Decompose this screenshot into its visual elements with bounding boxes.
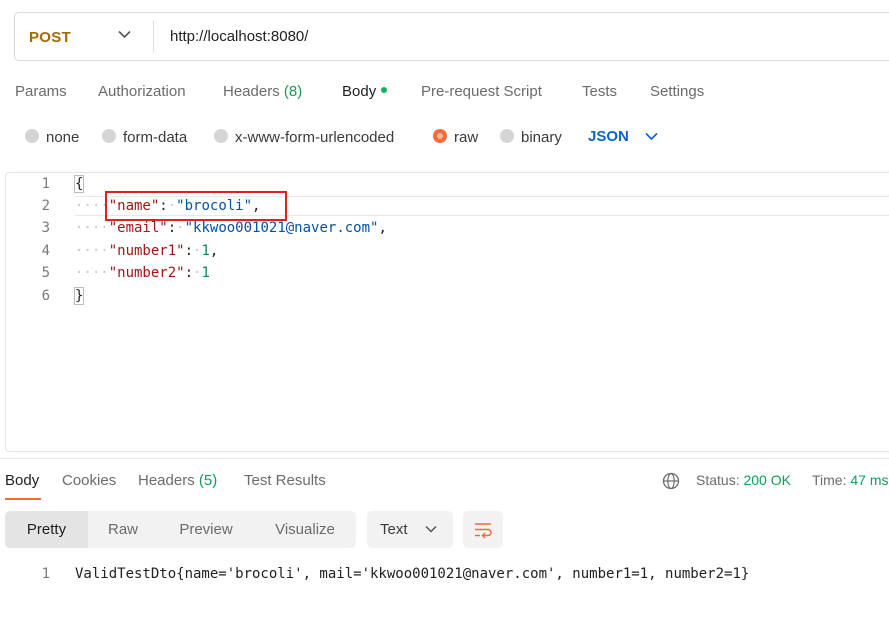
line-number: 6 [41,288,50,304]
line-number: 4 [41,243,50,259]
view-mode-raw[interactable]: Raw [88,511,158,548]
radio-label-binary[interactable]: binary [521,129,562,146]
tab-headers[interactable]: Headers (8) [223,83,302,100]
view-mode-visualize[interactable]: Visualize [254,511,356,548]
response-divider [0,458,889,459]
radio-x-www-form-urlencoded[interactable] [214,129,228,143]
method-select[interactable]: POST [29,29,71,46]
wrap-lines-icon[interactable] [473,520,493,539]
time-indicator[interactable]: Time: 47 ms [812,472,889,488]
url-bar [14,12,889,61]
response-headers-count: (5) [198,472,218,489]
line-number: 1 [41,176,50,192]
response-format-label[interactable]: Text [380,521,408,538]
line-number: 3 [41,220,50,236]
tab-settings[interactable]: Settings [650,83,704,100]
url-divider [153,20,154,53]
code-line-5: ····"number2":·1 [75,265,210,281]
tab-body[interactable]: Body [342,83,388,100]
line-number: 2 [41,198,50,214]
chevron-down-icon[interactable] [425,525,437,533]
radio-label-x-www-form-urlencoded[interactable]: x-www-form-urlencoded [235,129,394,146]
annotation-highlight-box [105,191,287,221]
response-tab-cookies[interactable]: Cookies [62,472,116,489]
radio-none[interactable] [25,129,39,143]
response-tab-headers[interactable]: Headers (5) [138,472,217,489]
response-body-text: ValidTestDto{name='brocoli', mail='kkwoo… [75,566,750,582]
radio-form-data[interactable] [102,129,116,143]
response-tab-body[interactable]: Body [5,472,39,489]
line-number: 5 [41,265,50,281]
tab-params[interactable]: Params [15,83,67,100]
status-indicator[interactable]: Status: 200 OK [696,472,791,488]
tab-pre-request-script[interactable]: Pre-request Script [421,83,542,100]
url-input[interactable]: http://localhost:8080/ [170,28,308,45]
radio-raw[interactable] [433,129,447,143]
response-line-number: 1 [41,566,50,582]
code-line-1: { [73,175,85,193]
view-mode-pretty[interactable]: Pretty [5,511,88,548]
tab-authorization[interactable]: Authorization [98,83,186,100]
code-line-4: ····"number1":·1, [75,243,219,259]
globe-icon[interactable] [662,472,680,490]
code-line-3: ····"email":·"kkwoo001021@naver.com", [75,220,387,236]
radio-binary[interactable] [500,129,514,143]
headers-count: (8) [283,83,303,100]
chevron-down-icon[interactable] [118,30,131,39]
code-line-6: } [73,287,85,305]
active-tab-underline [5,498,41,500]
tab-tests[interactable]: Tests [582,83,617,100]
radio-label-raw[interactable]: raw [454,129,478,146]
radio-label-form-data[interactable]: form-data [123,129,187,146]
view-mode-preview[interactable]: Preview [158,511,254,548]
body-modified-dot [381,87,388,94]
body-format-select[interactable]: JSON [588,128,629,145]
chevron-down-icon[interactable] [645,132,658,141]
response-tab-test-results[interactable]: Test Results [244,472,326,489]
radio-label-none[interactable]: none [46,129,79,146]
